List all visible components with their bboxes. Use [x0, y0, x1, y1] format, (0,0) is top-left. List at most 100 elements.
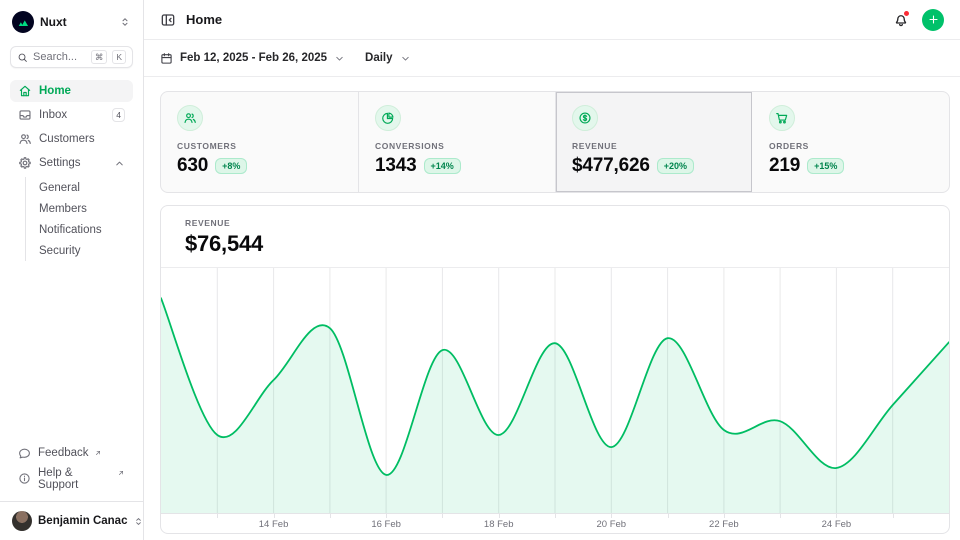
- sidebar-item-label: Inbox: [39, 109, 67, 121]
- users-icon: [18, 132, 32, 146]
- notifications-button[interactable]: [893, 12, 909, 28]
- sidebar-nav: Home Inbox 4 Customers Settings General Member…: [10, 80, 133, 262]
- chevrons-up-down-icon: [133, 516, 144, 527]
- page-title: Home: [186, 12, 222, 27]
- stat-value: 219: [769, 155, 800, 177]
- main-area: Home Feb 12, 2025 - Feb 26, 2025 Daily C…: [144, 0, 960, 540]
- stat-delta-badge: +8%: [215, 158, 247, 174]
- stat-label: CONVERSIONS: [375, 141, 539, 151]
- date-range-label: Feb 12, 2025 - Feb 26, 2025: [180, 52, 327, 64]
- chevron-up-icon: [114, 158, 125, 169]
- main-header: Home: [144, 0, 960, 40]
- sidebar-item-home[interactable]: Home: [10, 80, 133, 102]
- workspace-name: Nuxt: [40, 15, 67, 29]
- inbox-count-badge: 4: [112, 108, 125, 122]
- sidebar-link-help-support[interactable]: Help & Support: [10, 463, 133, 494]
- calendar-icon: [160, 52, 173, 65]
- x-axis-tick: [836, 514, 837, 518]
- search-input[interactable]: Search... ⌘ K: [10, 46, 133, 68]
- stat-delta-badge: +20%: [657, 158, 694, 174]
- user-menu[interactable]: Benjamin Canac: [10, 509, 133, 532]
- sidebar: Nuxt Search... ⌘ K Home Inbox 4 Customers Se…: [0, 0, 144, 540]
- stat-value: $477,626: [572, 155, 650, 177]
- x-axis-label: 18 Feb: [484, 519, 514, 530]
- sidebar-item-label: Home: [39, 85, 71, 97]
- chart-pie-icon: [375, 105, 401, 131]
- period-select[interactable]: Daily: [365, 52, 411, 64]
- stat-card-conversions[interactable]: CONVERSIONS 1343 +14%: [358, 92, 555, 192]
- x-axis-tick: [611, 514, 612, 518]
- stat-label: REVENUE: [572, 141, 736, 151]
- shopping-cart-icon: [769, 105, 795, 131]
- gear-icon: [18, 156, 32, 170]
- workspace-switcher[interactable]: Nuxt: [10, 8, 133, 36]
- chart-header: REVENUE $76,544: [161, 206, 949, 268]
- sidebar-subitem-members[interactable]: Members: [26, 198, 133, 219]
- date-range-button[interactable]: Feb 12, 2025 - Feb 26, 2025: [160, 52, 345, 65]
- sidebar-sublist-settings: General Members Notifications Security: [25, 177, 133, 261]
- sidebar-link-feedback[interactable]: Feedback: [10, 443, 133, 463]
- kbd-cmd: ⌘: [91, 50, 108, 64]
- x-axis-label: 14 Feb: [259, 519, 289, 530]
- x-axis-tick: [386, 514, 387, 518]
- footer-link-label: Feedback: [38, 447, 89, 459]
- stat-card-customers[interactable]: CUSTOMERS630+8%: [161, 92, 358, 192]
- add-button[interactable]: [922, 9, 944, 31]
- stat-delta-badge: +14%: [424, 158, 461, 174]
- x-axis-tick: [893, 514, 894, 518]
- notification-dot: [903, 10, 910, 17]
- chart-value: $76,544: [185, 231, 925, 257]
- chart-title: REVENUE: [185, 218, 925, 228]
- x-axis-label: 16 Feb: [371, 519, 401, 530]
- sidebar-item-settings[interactable]: Settings: [10, 152, 133, 174]
- x-axis-tick: [274, 514, 275, 518]
- sidebar-item-label: Settings: [39, 157, 81, 169]
- x-axis-label: 22 Feb: [709, 519, 739, 530]
- x-axis-tick: [555, 514, 556, 518]
- x-axis-label: 24 Feb: [822, 519, 852, 530]
- search-placeholder: Search...: [33, 51, 86, 63]
- x-axis-tick: [668, 514, 669, 518]
- chevron-down-icon: [334, 53, 345, 64]
- x-axis-tick: [330, 514, 331, 518]
- x-axis-tick: [780, 514, 781, 518]
- external-link-icon: [117, 469, 125, 477]
- x-axis-tick: [499, 514, 500, 518]
- sidebar-item-customers[interactable]: Customers: [10, 128, 133, 150]
- revenue-area-svg: [161, 268, 949, 513]
- currency-dollar-icon: [572, 105, 598, 131]
- sidebar-subitem-label: Notifications: [39, 224, 102, 236]
- sidebar-subitem-general[interactable]: General: [26, 177, 133, 198]
- chevrons-up-down-icon: [119, 16, 131, 28]
- user-name: Benjamin Canac: [38, 515, 127, 527]
- external-link-icon: [94, 449, 102, 457]
- stat-value: 1343: [375, 155, 417, 177]
- footer-link-label: Help & Support: [38, 467, 112, 491]
- revenue-area-chart[interactable]: [161, 268, 949, 513]
- content: CUSTOMERS630+8%CONVERSIONS1343+14%REVENU…: [144, 77, 960, 534]
- stats-grid: CUSTOMERS630+8%CONVERSIONS1343+14%REVENU…: [160, 91, 950, 193]
- stat-delta-badge: +15%: [807, 158, 844, 174]
- revenue-chart-card: REVENUE $76,544 14 Feb 16 Feb 18 Feb 20 Feb…: [160, 205, 950, 534]
- sidebar-item-inbox[interactable]: Inbox 4: [10, 104, 133, 126]
- sidebar-subitem-label: Members: [39, 203, 87, 215]
- sidebar-subitem-label: General: [39, 182, 80, 194]
- users-icon: [177, 105, 203, 131]
- sidebar-subitem-security[interactable]: Security: [26, 240, 133, 261]
- nuxt-logo-icon: [12, 11, 34, 33]
- stat-card-orders[interactable]: ORDERS 219 +15%: [752, 92, 949, 192]
- sidebar-collapse-button[interactable]: [160, 12, 176, 28]
- x-axis-tick: [217, 514, 218, 518]
- sidebar-divider: [0, 501, 143, 502]
- inbox-icon: [18, 108, 32, 122]
- x-axis-tick: [724, 514, 725, 518]
- period-label: Daily: [365, 52, 393, 64]
- stat-label: ORDERS: [769, 141, 933, 151]
- plus-icon: [927, 13, 940, 26]
- stat-value: 630: [177, 155, 208, 177]
- kbd-k: K: [112, 50, 126, 64]
- sidebar-subitem-notifications[interactable]: Notifications: [26, 219, 133, 240]
- panel-left-icon: [160, 12, 176, 28]
- stat-card-revenue[interactable]: REVENUE $477,626 +20%: [555, 92, 752, 192]
- x-axis-label: 20 Feb: [596, 519, 626, 530]
